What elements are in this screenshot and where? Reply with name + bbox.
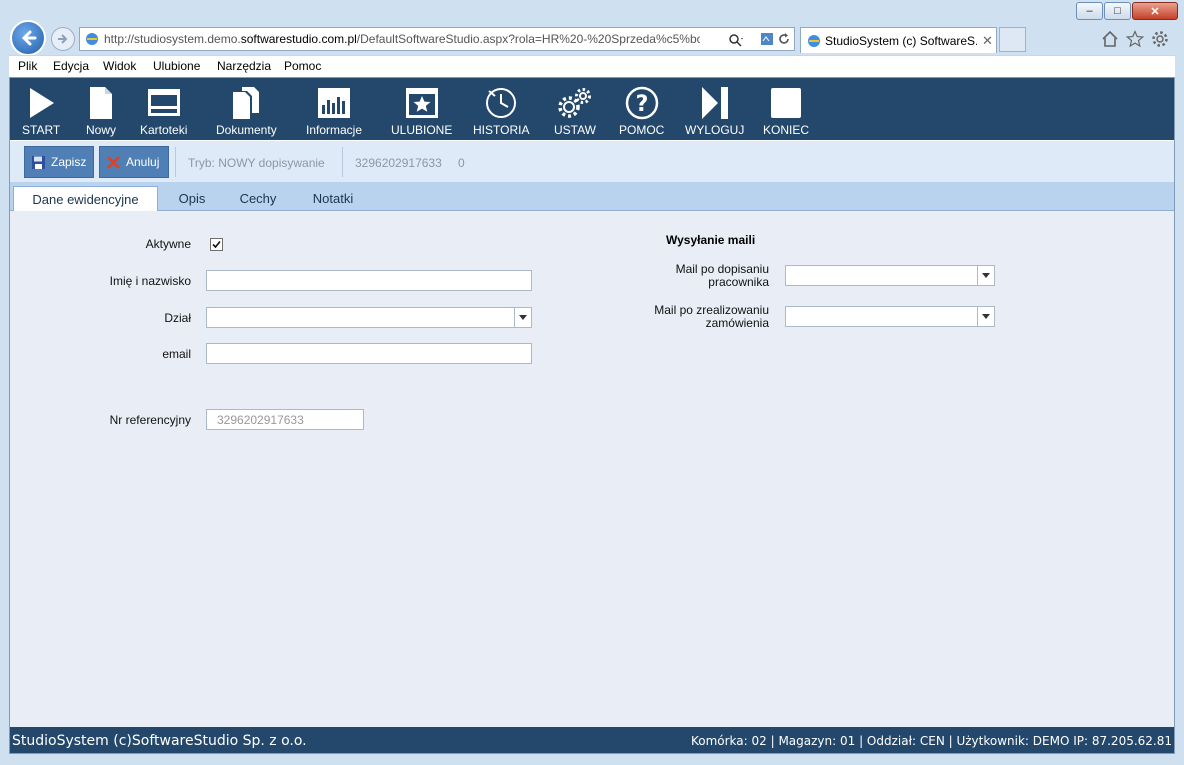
close-window-button[interactable]: ✕ bbox=[1132, 2, 1178, 20]
tab-title: StudioSystem (c) SoftwareS... bbox=[825, 34, 977, 48]
stop-icon bbox=[771, 88, 801, 118]
help-icon: ? bbox=[625, 86, 658, 120]
documents-icon bbox=[233, 87, 260, 119]
cancel-button[interactable]: Anuluj bbox=[99, 146, 169, 178]
floppy-save-icon bbox=[32, 155, 45, 169]
toolbar-informacje[interactable]: Informacje bbox=[306, 86, 362, 138]
refresh-icon[interactable] bbox=[777, 32, 791, 46]
mail-section-title: Wysyłanie maili bbox=[666, 233, 756, 247]
menu-plik[interactable]: Plik bbox=[18, 59, 37, 73]
toolbar-ulubione[interactable]: ULUBIONE bbox=[391, 86, 452, 138]
browser-menubar: Plik Edycja Widok Ulubione Narzędzia Pom… bbox=[9, 55, 1175, 77]
dept-select[interactable] bbox=[206, 307, 532, 328]
name-input[interactable] bbox=[206, 270, 532, 291]
toolbar-wyloguj[interactable]: WYLOGUJ bbox=[685, 86, 744, 138]
form-tabs: Dane ewidencyjne Opis Cechy Notatki bbox=[10, 182, 1174, 211]
ref-field: 3296202917633 bbox=[206, 409, 364, 430]
cancel-x-icon bbox=[106, 155, 121, 169]
divider bbox=[342, 147, 343, 177]
email-label: email bbox=[162, 347, 191, 361]
form-content: Aktywne Imię i nazwisko Dział email Nr r… bbox=[10, 211, 1174, 725]
tab-cechy[interactable]: Cechy bbox=[232, 186, 284, 211]
compat-view-icon[interactable] bbox=[760, 32, 774, 46]
chevron-down-icon[interactable] bbox=[977, 307, 994, 326]
toolbar-pomoc[interactable]: ? POMOC bbox=[619, 86, 664, 138]
toolbar-historia[interactable]: HISTORIA bbox=[473, 86, 529, 138]
main-toolbar: START Nowy Kartoteki Dokumenty Informacj… bbox=[10, 78, 1174, 140]
ref-label: Nr referencyjny bbox=[109, 413, 191, 427]
chevron-down-icon[interactable] bbox=[977, 266, 994, 285]
dept-label: Dział bbox=[164, 311, 191, 325]
close-tab-icon[interactable]: ✕ bbox=[982, 33, 993, 49]
active-checkbox[interactable] bbox=[210, 238, 223, 251]
record-number: 0 bbox=[458, 156, 465, 170]
back-button[interactable] bbox=[10, 20, 46, 56]
address-bar[interactable]: http://studiosystem.demo.softwarestudio.… bbox=[79, 27, 795, 51]
tab-dane-ewidencyjne[interactable]: Dane ewidencyjne bbox=[13, 186, 158, 211]
new-tab-button[interactable] bbox=[999, 27, 1026, 52]
name-label: Imię i nazwisko bbox=[109, 274, 191, 288]
mail-add-label: Mail po dopisaniu pracownika bbox=[675, 262, 769, 289]
history-icon bbox=[486, 88, 517, 118]
toolbar-dokumenty[interactable]: Dokumenty bbox=[216, 86, 277, 138]
status-bar: StudioSystem (c)SoftwareStudio Sp. z o.o… bbox=[10, 727, 1174, 753]
save-button[interactable]: Zapisz bbox=[24, 146, 94, 178]
ie-tab-icon bbox=[808, 35, 820, 47]
new-document-icon bbox=[90, 87, 112, 119]
chart-icon bbox=[318, 88, 351, 118]
settings-gear-icon[interactable] bbox=[1151, 30, 1169, 48]
gears-icon bbox=[558, 88, 591, 118]
menu-ulubione[interactable]: Ulubione bbox=[153, 59, 200, 73]
address-text[interactable]: http://studiosystem.demo.softwarestudio.… bbox=[104, 32, 700, 46]
browser-tab[interactable]: StudioSystem (c) SoftwareS... ✕ bbox=[800, 27, 997, 53]
mail-order-label: Mail po zrealizowaniu zamówienia bbox=[654, 303, 769, 330]
logout-icon bbox=[701, 87, 728, 119]
mode-text: Tryb: NOWY dopisywanie bbox=[188, 156, 325, 170]
play-icon bbox=[30, 88, 55, 118]
divider bbox=[175, 147, 176, 177]
mail-order-select[interactable] bbox=[785, 306, 995, 327]
tab-opis[interactable]: Opis bbox=[168, 186, 216, 211]
search-icon[interactable] bbox=[728, 33, 744, 47]
forward-button[interactable] bbox=[51, 27, 75, 51]
menu-pomoc[interactable]: Pomoc bbox=[284, 59, 321, 73]
forward-arrow-icon bbox=[58, 34, 68, 44]
minimize-button[interactable]: – bbox=[1076, 2, 1103, 20]
menu-edycja[interactable]: Edycja bbox=[53, 59, 89, 73]
svg-text:?: ? bbox=[635, 92, 648, 117]
toolbar-kartoteki[interactable]: Kartoteki bbox=[140, 86, 187, 138]
toolbar-koniec[interactable]: KONIEC bbox=[763, 86, 809, 138]
back-arrow-icon bbox=[21, 30, 37, 46]
toolbar-nowy[interactable]: Nowy bbox=[84, 86, 118, 138]
favorites-window-icon bbox=[405, 88, 438, 118]
status-session-info: Komórka: 02 | Magazyn: 01 | Oddział: CEN… bbox=[690, 734, 1172, 748]
menu-narzedzia[interactable]: Narzędzia bbox=[217, 59, 271, 73]
toolbar-ustaw[interactable]: USTAW bbox=[554, 86, 596, 138]
record-id: 3296202917633 bbox=[355, 156, 442, 170]
ie-page-icon bbox=[86, 33, 98, 45]
chevron-down-icon[interactable] bbox=[514, 308, 531, 327]
action-bar: Zapisz Anuluj Tryb: NOWY dopisywanie 329… bbox=[10, 140, 1174, 182]
email-input[interactable] bbox=[206, 343, 532, 364]
home-icon[interactable] bbox=[1101, 30, 1119, 48]
app-frame: START Nowy Kartoteki Dokumenty Informacj… bbox=[9, 77, 1175, 754]
active-label: Aktywne bbox=[145, 237, 191, 251]
window-list-icon bbox=[147, 89, 180, 116]
status-company: StudioSystem (c)SoftwareStudio Sp. z o.o… bbox=[12, 733, 307, 749]
menu-widok[interactable]: Widok bbox=[103, 59, 136, 73]
mail-add-select[interactable] bbox=[785, 265, 995, 286]
tab-notatki[interactable]: Notatki bbox=[302, 186, 364, 211]
checkmark-icon bbox=[212, 240, 221, 249]
toolbar-start[interactable]: START bbox=[22, 86, 60, 138]
maximize-button[interactable]: □ bbox=[1104, 2, 1131, 20]
favorites-star-icon[interactable] bbox=[1126, 30, 1144, 48]
